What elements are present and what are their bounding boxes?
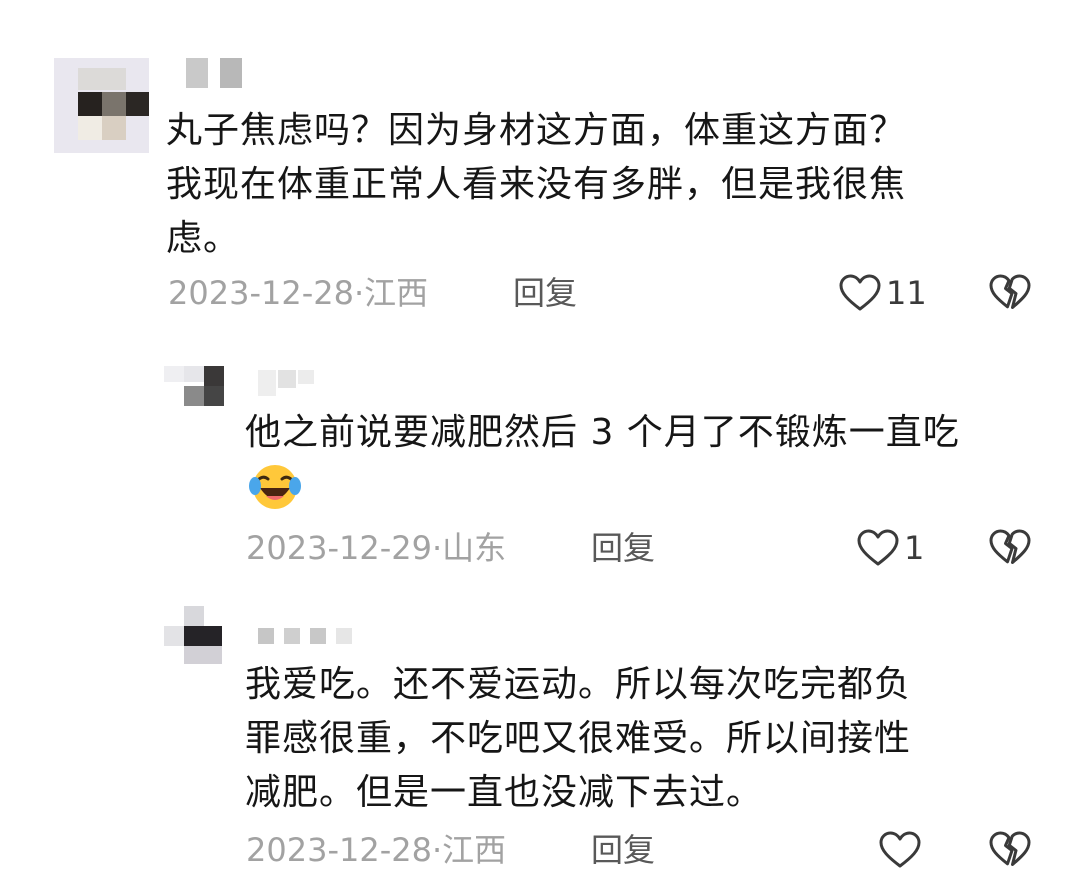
comment-location: 江西 bbox=[364, 274, 429, 312]
heart-outline-icon bbox=[879, 831, 921, 868]
avatar[interactable] bbox=[164, 366, 224, 414]
comment-meta: 2023-12-28·江西 回复 bbox=[246, 830, 766, 870]
comment-1: 丸子焦虑吗？因为身材这方面，体重这方面？ 我现在体重正常人看来没有多胖，但是我很… bbox=[0, 0, 1080, 330]
heart-outline-icon bbox=[839, 274, 881, 311]
avatar[interactable] bbox=[164, 606, 222, 664]
laughing-crying-emoji bbox=[246, 462, 304, 516]
meta-separator: · bbox=[431, 529, 443, 567]
heart-outline-icon bbox=[857, 529, 899, 566]
comment-meta: 2023-12-28·江西 回复 bbox=[168, 273, 808, 313]
broken-heart-icon bbox=[989, 274, 1031, 309]
broken-heart-icon bbox=[989, 831, 1031, 866]
reply-button[interactable]: 回复 bbox=[513, 273, 577, 313]
reply-button[interactable]: 回复 bbox=[591, 830, 655, 870]
comment-date: 2023-12-29 bbox=[246, 529, 432, 567]
avatar[interactable] bbox=[54, 58, 149, 153]
like-count: 1 bbox=[904, 529, 925, 567]
dislike-button[interactable] bbox=[988, 528, 1032, 568]
comment-meta: 2023-12-29·山东 回复 bbox=[246, 528, 766, 568]
meta-separator: · bbox=[353, 274, 365, 312]
like-button[interactable] bbox=[878, 830, 926, 870]
dislike-button[interactable] bbox=[988, 273, 1032, 313]
username-redacted[interactable] bbox=[258, 628, 358, 658]
like-count: 11 bbox=[886, 274, 927, 312]
comment-date: 2023-12-28 bbox=[168, 274, 354, 312]
reply-button[interactable]: 回复 bbox=[591, 528, 655, 568]
like-button[interactable]: 11 bbox=[838, 273, 927, 313]
comment-text: 我爱吃。还不爱运动。所以每次吃完都负 罪感很重，不吃吧又很难受。所以间接性 减肥… bbox=[245, 664, 912, 813]
comment-2: 他之前说要减肥然后 3 个月了不锻炼一直吃 2023-12-29·山东 回复 1 bbox=[0, 330, 1080, 590]
dislike-button[interactable] bbox=[988, 830, 1032, 870]
comment-text: 丸子焦虑吗？因为身材这方面，体重这方面？ 我现在体重正常人看来没有多胖，但是我很… bbox=[166, 110, 907, 259]
comment-date: 2023-12-28 bbox=[246, 831, 432, 869]
comment-3: 我爱吃。还不爱运动。所以每次吃完都负 罪感很重，不吃吧又很难受。所以间接性 减肥… bbox=[0, 590, 1080, 874]
username-redacted[interactable] bbox=[186, 58, 246, 88]
comment-location: 江西 bbox=[442, 831, 507, 869]
meta-separator: · bbox=[431, 831, 443, 869]
username-redacted[interactable] bbox=[258, 370, 318, 400]
like-button[interactable]: 1 bbox=[856, 528, 924, 568]
comment-text: 他之前说要减肥然后 3 个月了不锻炼一直吃 bbox=[245, 412, 960, 453]
comment-location: 山东 bbox=[442, 529, 507, 567]
broken-heart-icon bbox=[989, 529, 1031, 564]
